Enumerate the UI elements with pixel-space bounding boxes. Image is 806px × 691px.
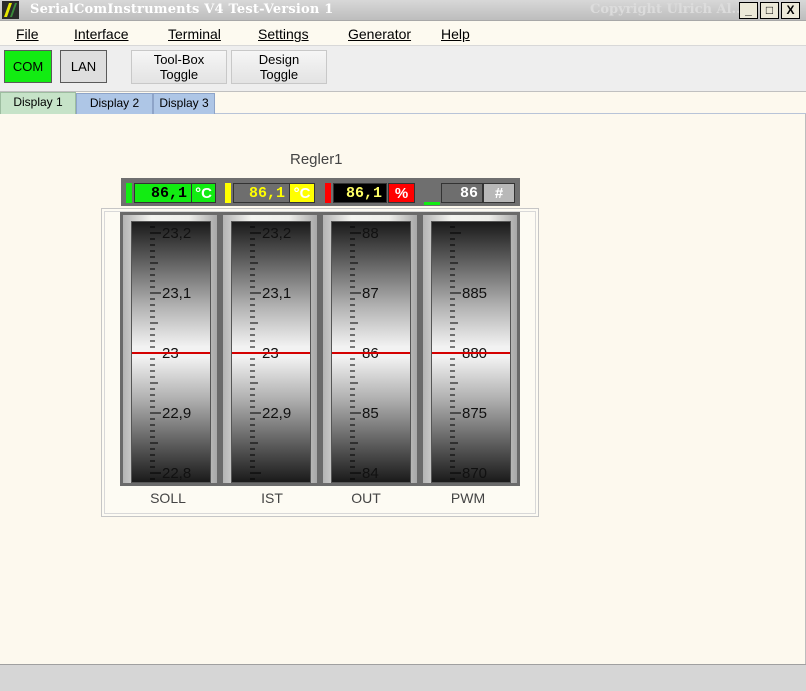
tab-display-2[interactable]: Display 2 <box>76 93 153 114</box>
gauge-scale-svg: 23,223,12322,9 <box>232 225 310 480</box>
tab-display-3[interactable]: Display 3 <box>153 93 215 114</box>
com-button[interactable]: COM <box>4 50 52 83</box>
pwm-unit: # <box>483 183 515 203</box>
menu-interface-label: Interface <box>74 26 129 42</box>
menu-generator-label: Generator <box>348 26 412 42</box>
tick-label: 23,1 <box>162 285 191 302</box>
menu-terminal[interactable]: Terminal <box>168 26 221 42</box>
soll-value: 86,1 <box>134 183 192 203</box>
menu-settings[interactable]: Settings <box>258 26 309 42</box>
ist-gauge-scale: 23,2 23,1 23 22,9 <box>231 221 311 483</box>
menu-bar: File Interface Terminal Settings Generat… <box>0 21 806 46</box>
ist-value: 86,1 <box>233 183 290 203</box>
out-gauge-bezel: 88 87 86 85 84 <box>323 215 417 483</box>
soll-gauge-scale: 23,2 23,1 23 22,9 22,8 <box>131 221 211 483</box>
title-bar: SerialComInstruments V4 Test-Version 1 C… <box>0 0 806 21</box>
menu-generator[interactable]: Generator <box>348 26 411 42</box>
out-indicator-bar <box>325 183 331 203</box>
copyright-text: Copyright Ulrich Al... <box>590 2 746 17</box>
gauge-scale-svg: 885880875870 <box>432 226 510 482</box>
tick-label: 23,2 <box>162 225 191 242</box>
ist-gauge-label: IST <box>261 490 283 506</box>
soll-gauge-bezel: 23,2 23,1 23 22,9 22,8 <box>123 215 217 483</box>
regler-title: Regler1 <box>290 151 343 168</box>
display-tabs: Display 1 Display 2 Display 3 <box>0 92 806 114</box>
ist-display: 86,1 °C <box>222 180 317 204</box>
tick-label: 87 <box>362 285 379 302</box>
soll-gauge-label: SOLL <box>150 490 186 506</box>
design-toggle-line2: Toggle <box>259 67 299 82</box>
out-unit: % <box>388 183 415 203</box>
pwm-display: 86 # <box>421 180 518 205</box>
toolbox-toggle-button[interactable]: Tool-Box Toggle <box>131 50 227 84</box>
pwm-indicator-bar <box>424 202 440 205</box>
status-bar <box>0 664 806 691</box>
pwm-gauge-scale: 885 880 875 870 <box>431 221 511 483</box>
ist-unit: °C <box>289 183 315 203</box>
tick-label: 23,1 <box>262 285 291 302</box>
tick-label: 22,9 <box>162 405 191 422</box>
tick-label: 885 <box>462 285 487 302</box>
maximize-button[interactable]: □ <box>760 2 779 19</box>
out-display: 86,1 % <box>322 180 417 204</box>
menu-settings-label: Settings <box>258 26 309 42</box>
pwm-value: 86 <box>441 183 483 203</box>
soll-indicator-bar <box>126 183 132 203</box>
pwm-gauge-bezel: 885 880 875 870 <box>423 215 517 483</box>
lan-button[interactable]: LAN <box>60 50 107 83</box>
display-canvas: Regler1 86,1 °C 86,1 °C 86,1 % 86 # 23,2… <box>0 114 806 664</box>
out-gauge-scale: 88 87 86 85 84 <box>331 221 411 483</box>
menu-interface[interactable]: Interface <box>74 26 128 42</box>
tab-display-1[interactable]: Display 1 <box>0 92 76 114</box>
soll-display: 86,1 °C <box>123 180 218 204</box>
out-value: 86,1 <box>333 183 387 203</box>
menu-terminal-label: Terminal <box>168 26 221 42</box>
tick-label: 88 <box>362 225 379 242</box>
close-button[interactable]: X <box>781 2 800 19</box>
app-icon <box>2 1 19 19</box>
ist-gauge: 23,2 23,1 23 22,9 <box>220 212 320 486</box>
toolbox-toggle-line2: Toggle <box>159 67 199 82</box>
toolbox-toggle-line1: Tool-Box <box>153 52 205 67</box>
pwm-gauge: 885 880 875 870 <box>420 212 520 486</box>
minimize-button[interactable]: _ <box>739 2 758 19</box>
menu-help[interactable]: Help <box>441 26 470 42</box>
ist-indicator-bar <box>225 183 231 203</box>
tick-label: 84 <box>362 465 379 482</box>
tick-label: 85 <box>362 405 379 422</box>
menu-file-label: File <box>16 26 39 42</box>
soll-unit: °C <box>191 183 216 203</box>
tick-label: 870 <box>462 465 487 482</box>
pwm-gauge-label: PWM <box>450 490 486 506</box>
out-gauge: 88 87 86 85 84 <box>320 212 420 486</box>
toolbar: COM LAN Tool-Box Toggle Design Toggle <box>0 46 806 92</box>
out-gauge-label: OUT <box>351 490 381 506</box>
menu-file[interactable]: File <box>16 26 39 42</box>
gauge-scale-svg: 8887868584 <box>332 225 410 482</box>
design-toggle-button[interactable]: Design Toggle <box>231 50 327 84</box>
soll-gauge: 23,2 23,1 23 22,9 22,8 <box>120 212 220 486</box>
ist-gauge-bezel: 23,2 23,1 23 22,9 <box>223 215 317 483</box>
tick-label: 23,2 <box>262 225 291 242</box>
design-toggle-line1: Design <box>258 52 300 67</box>
tick-label: 22,8 <box>162 465 191 482</box>
value-display-strip: 86,1 °C 86,1 °C 86,1 % 86 # <box>121 178 520 206</box>
menu-help-label: Help <box>441 26 470 42</box>
tick-label: 875 <box>462 405 487 422</box>
gauge-scale-svg: 23,223,12322,922,8 <box>132 225 210 482</box>
window-title: SerialComInstruments V4 Test-Version 1 <box>30 2 334 17</box>
tick-label: 22,9 <box>262 405 291 422</box>
